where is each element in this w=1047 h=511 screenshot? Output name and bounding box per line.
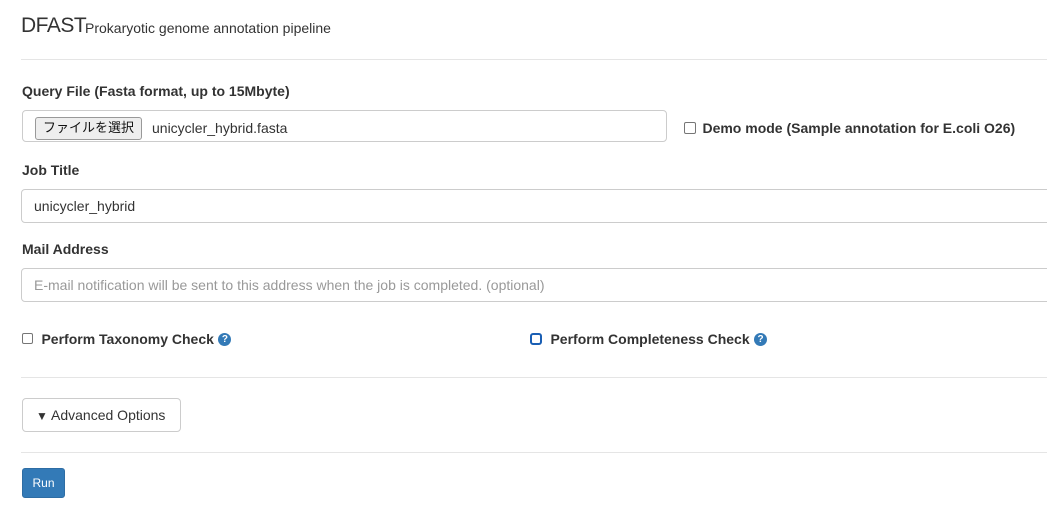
taxonomy-help-icon[interactable]: ? — [218, 333, 232, 346]
job-title-label: Job Title — [22, 162, 80, 178]
completeness-check-label[interactable]: Perform Completeness Check — [550, 331, 749, 347]
run-button[interactable]: Run — [22, 468, 65, 498]
section-divider — [21, 377, 1047, 378]
taxonomy-check-checkbox[interactable] — [22, 333, 33, 345]
header-divider — [21, 59, 1047, 60]
query-file-label: Query File (Fasta format, up to 15Mbyte) — [22, 83, 290, 99]
job-title-input[interactable]: unicycler_hybrid — [21, 189, 1047, 223]
demo-mode-checkbox[interactable] — [684, 121, 696, 134]
mail-address-input[interactable]: E-mail notification will be sent to this… — [21, 268, 1047, 302]
completeness-check-checkbox[interactable] — [530, 332, 542, 345]
advanced-options-label: Advanced Options — [51, 407, 166, 423]
selected-file-name: unicycler_hybrid.fasta — [152, 120, 288, 136]
choose-file-button[interactable]: ファイルを選択 — [35, 117, 143, 140]
triangle-down-icon: ▼ — [36, 409, 48, 423]
app-brand: DFAST — [21, 14, 87, 37]
demo-mode-option[interactable]: Demo mode (Sample annotation for E.coli … — [684, 119, 1015, 137]
query-file-input[interactable]: ファイルを選択 unicycler_hybrid.fasta — [22, 110, 667, 142]
completeness-check-option[interactable]: Perform Completeness Check ? — [530, 330, 768, 348]
completeness-help-icon[interactable]: ? — [754, 333, 768, 346]
mail-address-label: Mail Address — [22, 241, 109, 257]
taxonomy-check-option[interactable]: Perform Taxonomy Check ? — [22, 330, 232, 348]
demo-mode-label[interactable]: Demo mode (Sample annotation for E.coli … — [702, 120, 1015, 136]
advanced-options-button[interactable]: ▼ Advanced Options — [22, 398, 181, 432]
footer-divider — [21, 452, 1047, 453]
taxonomy-check-label[interactable]: Perform Taxonomy Check — [41, 331, 213, 347]
app-tagline: Prokaryotic genome annotation pipeline — [85, 20, 331, 36]
